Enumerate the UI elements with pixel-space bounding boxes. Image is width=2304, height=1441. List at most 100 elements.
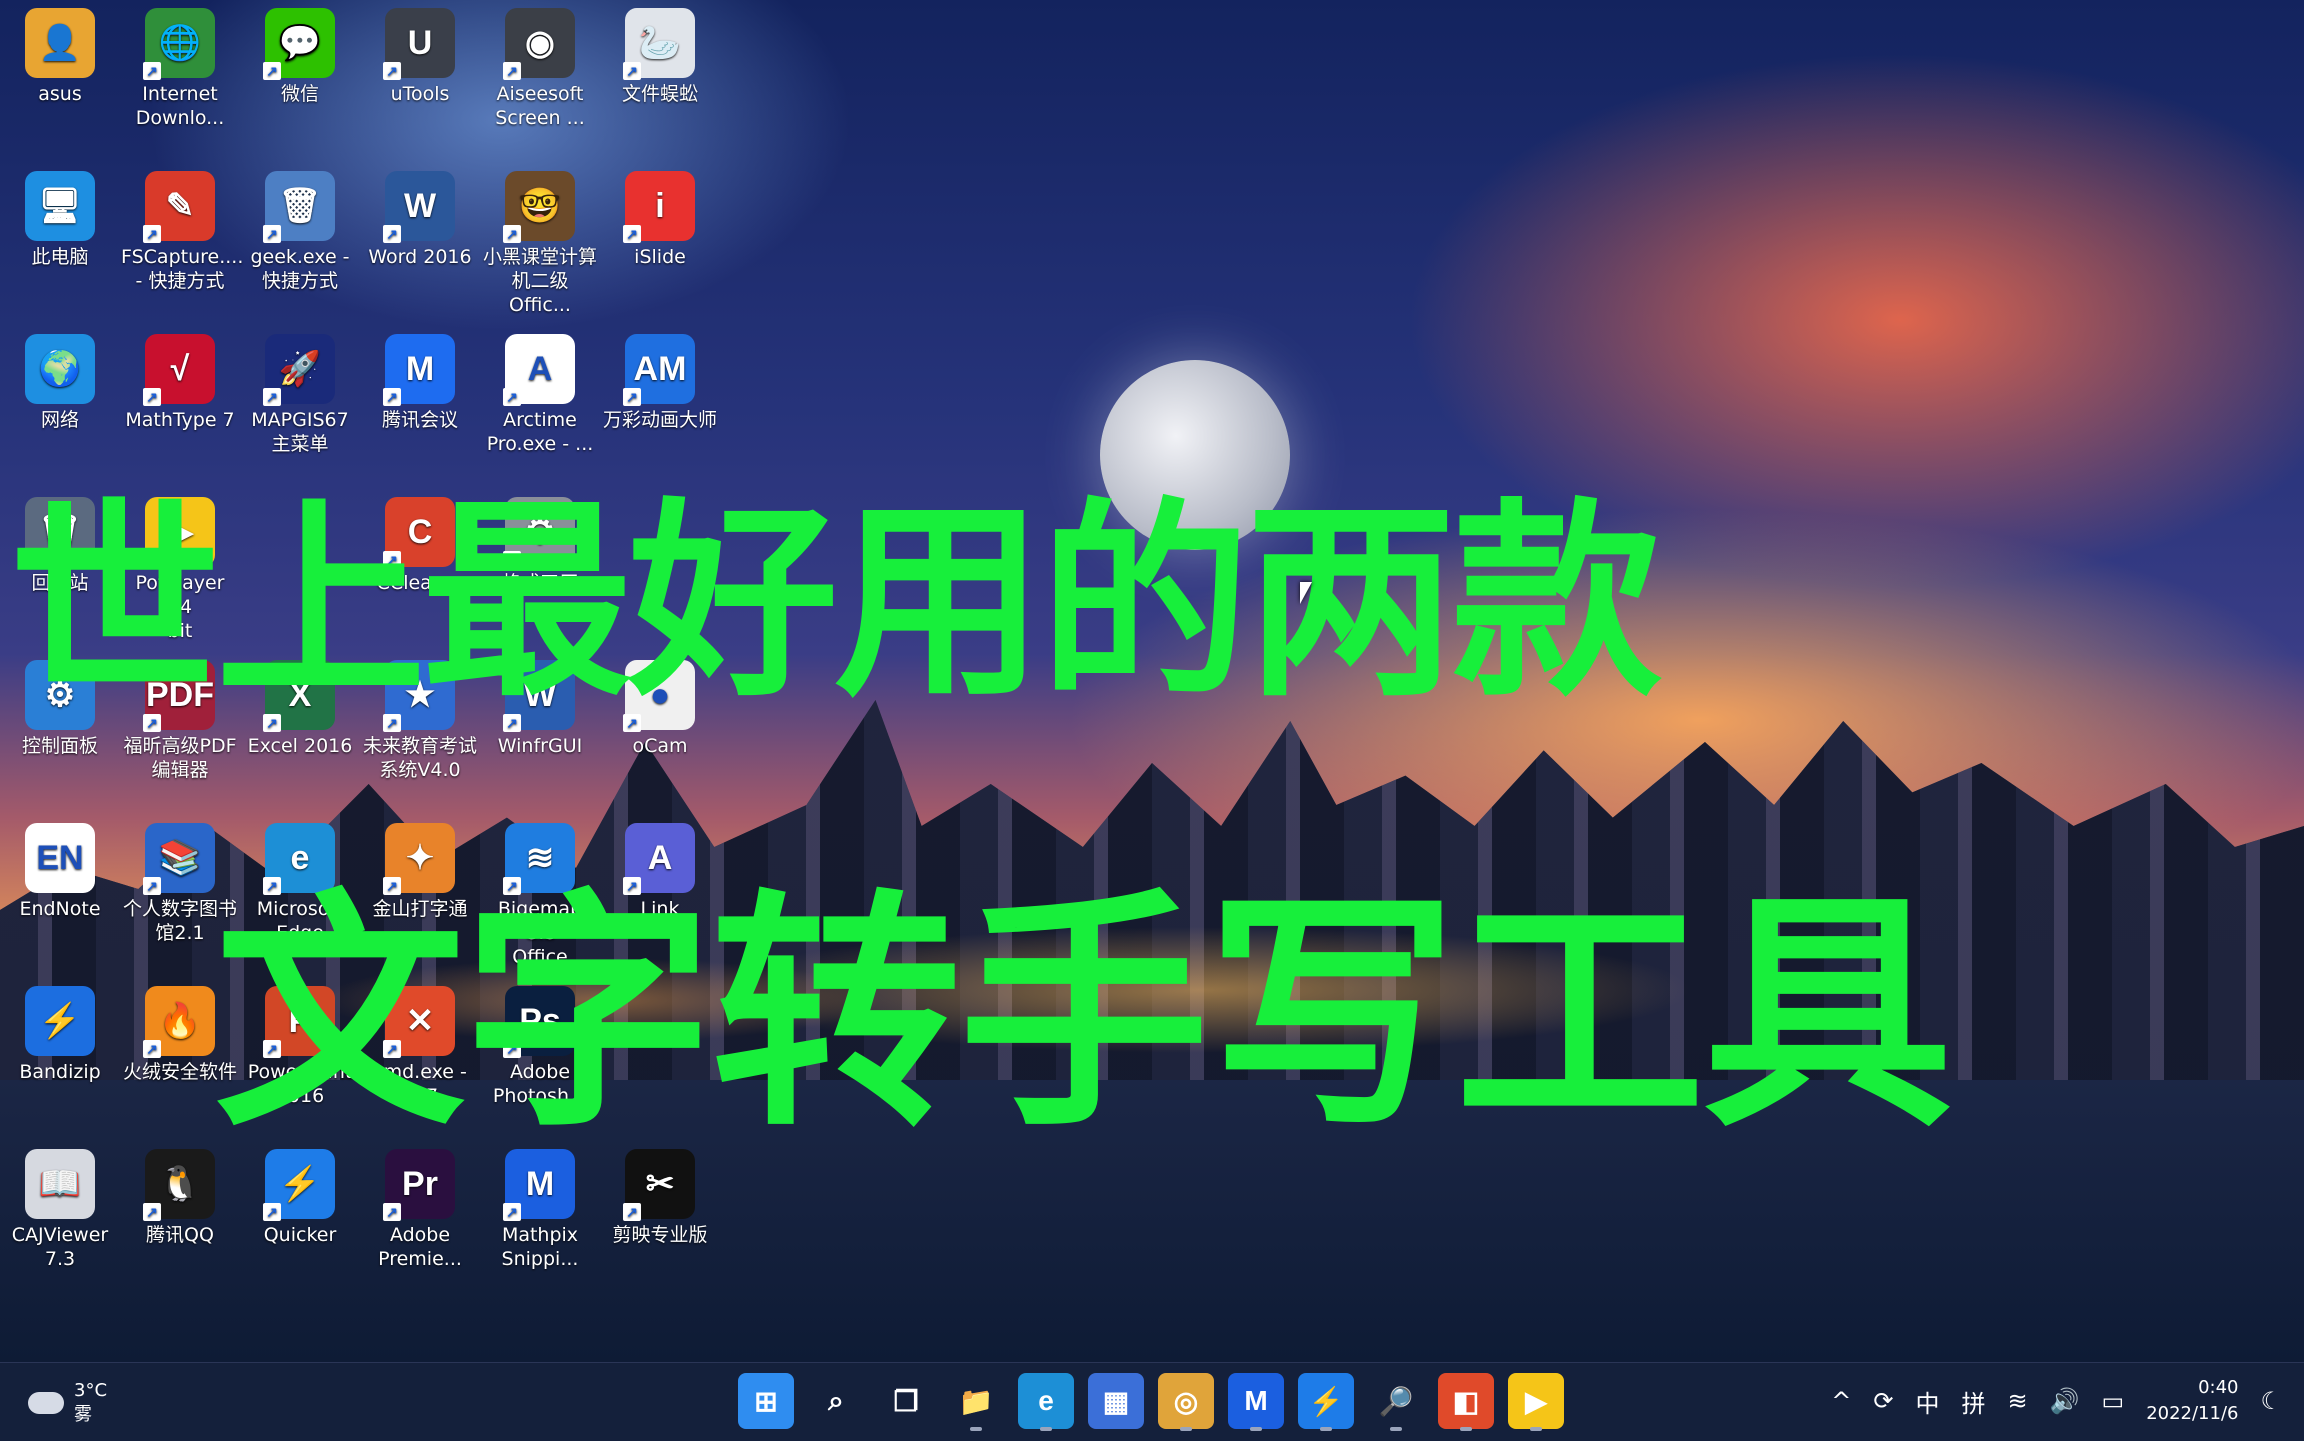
word-icon: W ↗ [383,171,455,243]
idm-globe-icon: 🌐 ↗ [143,8,215,80]
store-icon[interactable]: ▦ [1088,1373,1144,1429]
desktop-icon-label: 控制面板 [21,735,98,757]
desktop-icon-label: 微信 [280,83,319,105]
office-icon[interactable]: ◧ [1438,1373,1494,1431]
desktop-icon[interactable]: 🦢 ↗ 文件蜈蚣 [601,0,719,106]
running-indicator [1390,1427,1402,1431]
potplayer-taskbar-icon[interactable]: ▶ [1508,1373,1564,1431]
weather-desc: 雾 [74,1404,92,1425]
start-button[interactable]: ⊞ [738,1373,794,1429]
chrome-icon[interactable]: ◎ [1158,1373,1214,1431]
desktop-icon[interactable]: AM ↗ 万彩动画大师 [601,326,719,432]
mapgis-icon: 🚀 ↗ [263,334,335,406]
desktop-icon[interactable]: Pr ↗ Adobe Premie... [361,1141,479,1271]
shortcut-arrow-icon: ↗ [623,388,641,406]
desktop-icon-label: uTools [390,83,450,105]
shortcut-arrow-icon: ↗ [383,1203,401,1221]
desktop-icon-label: Arctime Pro.exe - ... [486,409,594,455]
desktop-icon-label: WinfrGUI [497,735,583,757]
focus-assist-moon-icon[interactable]: ☾ [2260,1387,2282,1415]
clock[interactable]: 0:40 2022/11/6 [2146,1375,2238,1427]
shortcut-arrow-icon: ↗ [503,1203,521,1221]
volume-icon[interactable]: 🔊 [2050,1387,2080,1415]
desktop-icon-label: 剪映专业版 [612,1224,708,1246]
shortcut-arrow-icon: ↗ [503,62,521,80]
shortcut-arrow-icon: ↗ [503,388,521,406]
desktop-icon-label: 未来教育考试 系统V4.0 [362,735,477,781]
wifi-icon[interactable]: ≋ [2008,1387,2028,1415]
shortcut-arrow-icon: ↗ [263,1203,281,1221]
overlay-title-line1: 世上最好用的两款 [10,480,1662,725]
shortcut-arrow-icon: ↗ [263,388,281,406]
edge-taskbar-icon[interactable]: e [1018,1373,1074,1431]
desktop-icon[interactable]: U ↗ uTools [361,0,479,106]
wechat-icon: 💬 ↗ [263,8,335,80]
cajviewer-icon: 📖 [25,1149,95,1219]
desktop-icon-label: 万彩动画大师 [602,409,717,431]
battery-icon[interactable]: ▭ [2102,1387,2125,1415]
desktop-icon-label: Mathpix Snippi... [501,1224,579,1270]
desktop-icon-label: FSCapture.... - 快捷方式 [121,246,244,292]
desktop-icon-label: asus [38,83,82,105]
desktop-icon[interactable]: 👤 asus [1,0,119,106]
cloud-icon [28,1392,64,1414]
taskbar-pinned-apps: ⊞ ⌕ ❐ 📁 e ▦ ◎ M ⚡ 🔎 ◧ ▶ [738,1373,1564,1431]
shortcut-arrow-icon: ↗ [143,225,161,243]
desktop-icon-label: 福昕高级PDF 编辑器 [123,735,237,781]
shortcut-arrow-icon: ↗ [143,1203,161,1221]
search-icon[interactable]: ⌕ [808,1373,864,1429]
show-hidden-icons-chevron-icon[interactable]: ^ [1831,1387,1851,1415]
running-indicator [1530,1427,1542,1431]
desktop-icon[interactable]: 💬 ↗ 微信 [241,0,359,106]
shortcut-arrow-icon: ↗ [623,225,641,243]
arctime-icon: A ↗ [503,334,575,406]
file-explorer-icon[interactable]: 📁 [948,1373,1004,1431]
quicker-taskbar-icon[interactable]: ⚡ [1298,1373,1354,1431]
task-view-icon[interactable]: ❐ [878,1373,934,1429]
mathtype-icon: √ ↗ [143,334,215,406]
desktop-icon[interactable]: 🌐 ↗ Internet Downlo... [121,0,239,130]
desktop-icon[interactable]: ⚡ Bandizip [1,978,119,1084]
ime-mode-indicator[interactable]: 拼 [1962,1384,1986,1419]
desktop-icon-label: Quicker [263,1224,337,1246]
desktop-icon[interactable]: M ↗ Mathpix Snippi... [481,1141,599,1271]
desktop-icon[interactable]: i ↗ iSlide [601,163,719,269]
desktop-icon[interactable]: 🖥 此电脑 [1,163,119,269]
network-icon: 🌍 [25,334,95,404]
shortcut-arrow-icon: ↗ [263,62,281,80]
desktop-icon-label: MAPGIS67 主菜单 [251,409,349,455]
islide-icon: i ↗ [623,171,695,243]
clock-date: 2022/11/6 [2146,1403,2239,1424]
desktop-icon[interactable]: A ↗ Arctime Pro.exe - ... [481,326,599,456]
desktop-icon[interactable]: 🗑 ↗ geek.exe - 快捷方式 [241,163,359,293]
desktop-icon[interactable]: ◉ ↗ Aiseesoft Screen ... [481,0,599,130]
taskbar: 3°C 雾 ⊞ ⌕ ❐ 📁 e ▦ ◎ M ⚡ 🔎 ◧ ▶ ^ ⟳ 中 拼 ≋ 🔊 ▭ 0:40 20… [0,1362,2304,1441]
ime-language-indicator[interactable]: 中 [1916,1384,1940,1419]
desktop-icon-label: EndNote [19,898,101,920]
xiaohei-avatar-icon: 🤓 ↗ [503,171,575,243]
desktop-icon-label: 小黑课堂计算 机二级Offic... [482,246,597,316]
desktop-icon[interactable]: √ ↗ MathType 7 [121,326,239,432]
desktop-icon-label: Bandizip [19,1061,101,1083]
desktop-icon[interactable]: W ↗ Word 2016 [361,163,479,269]
desktop-icon[interactable]: EN EndNote [1,815,119,921]
shortcut-arrow-icon: ↗ [143,388,161,406]
shortcut-arrow-icon: ↗ [383,225,401,243]
weather-temp: 3°C [74,1380,108,1401]
desktop-icon[interactable]: 🚀 ↗ MAPGIS67 主菜单 [241,326,359,456]
qq-icon: 🐧 ↗ [143,1149,215,1221]
desktop-icon-label: Word 2016 [368,246,472,268]
sync-icon[interactable]: ⟳ [1873,1387,1893,1415]
desktop-icon[interactable]: M ↗ 腾讯会议 [361,326,479,432]
running-indicator [970,1427,982,1431]
running-indicator [1040,1427,1052,1431]
desktop-icon[interactable]: 📖 CAJViewer 7.3 [1,1141,119,1271]
weather-widget[interactable]: 3°C 雾 [28,1373,107,1433]
running-indicator [1460,1427,1472,1431]
desktop-icon[interactable]: 🌍 网络 [1,326,119,432]
desktop-icon-label: 腾讯会议 [381,409,458,431]
desktop-icon[interactable]: ✎ ↗ FSCapture.... - 快捷方式 [121,163,244,293]
mathpix-taskbar-icon[interactable]: M [1228,1373,1284,1431]
desktop-icon[interactable]: 🤓 ↗ 小黑课堂计算 机二级Offic... [481,163,599,317]
magnifier-icon[interactable]: 🔎 [1368,1373,1424,1431]
